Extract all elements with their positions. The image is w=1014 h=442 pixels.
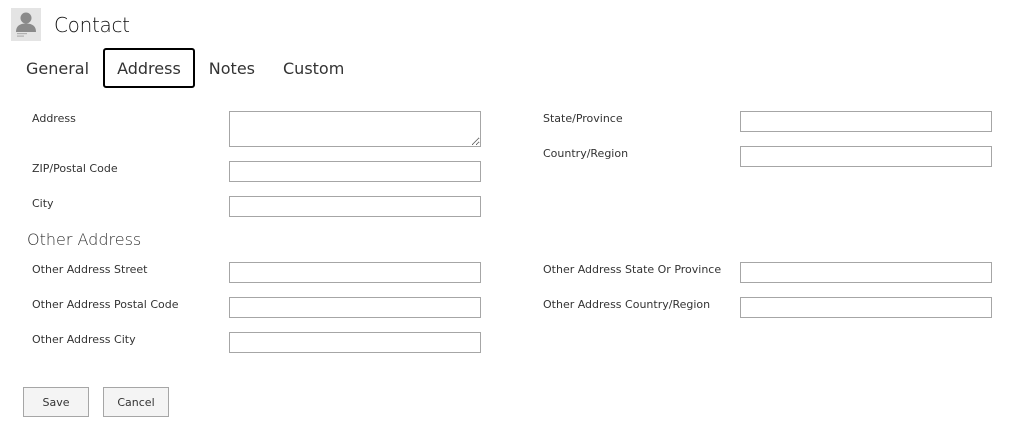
other-address-state-label: Other Address State Or Province [543, 263, 722, 276]
other-address-street-label: Other Address Street [32, 263, 148, 276]
person-icon [11, 8, 41, 41]
other-address-state-field[interactable] [740, 262, 992, 283]
other-address-country-region-field[interactable] [740, 297, 992, 318]
header: Contact [11, 8, 130, 41]
state-province-label: State/Province [543, 112, 623, 125]
city-field[interactable] [229, 196, 481, 217]
avatar [11, 8, 41, 41]
tab-notes[interactable]: Notes [195, 48, 269, 88]
cancel-button[interactable]: Cancel [103, 387, 169, 417]
city-label: City [32, 197, 54, 210]
address-label: Address [32, 112, 76, 125]
address-field[interactable] [229, 111, 481, 147]
country-region-label: Country/Region [543, 147, 629, 160]
other-address-city-label: Other Address City [32, 333, 136, 346]
tab-bar: General Address Notes Custom [12, 48, 358, 88]
other-address-street-field[interactable] [229, 262, 481, 283]
other-address-city-field[interactable] [229, 332, 481, 353]
tab-address[interactable]: Address [103, 48, 195, 88]
state-province-field[interactable] [740, 111, 992, 132]
tab-custom[interactable]: Custom [269, 48, 358, 88]
other-address-postal-code-label: Other Address Postal Code [32, 298, 179, 311]
other-address-country-region-label: Other Address Country/Region [543, 298, 711, 311]
page-title: Contact [54, 12, 130, 37]
zip-postal-code-label: ZIP/Postal Code [32, 162, 118, 175]
tab-general[interactable]: General [12, 48, 103, 88]
zip-postal-code-field[interactable] [229, 161, 481, 182]
other-address-postal-code-field[interactable] [229, 297, 481, 318]
save-button[interactable]: Save [23, 387, 89, 417]
other-address-heading: Other Address [27, 230, 142, 249]
country-region-field[interactable] [740, 146, 992, 167]
